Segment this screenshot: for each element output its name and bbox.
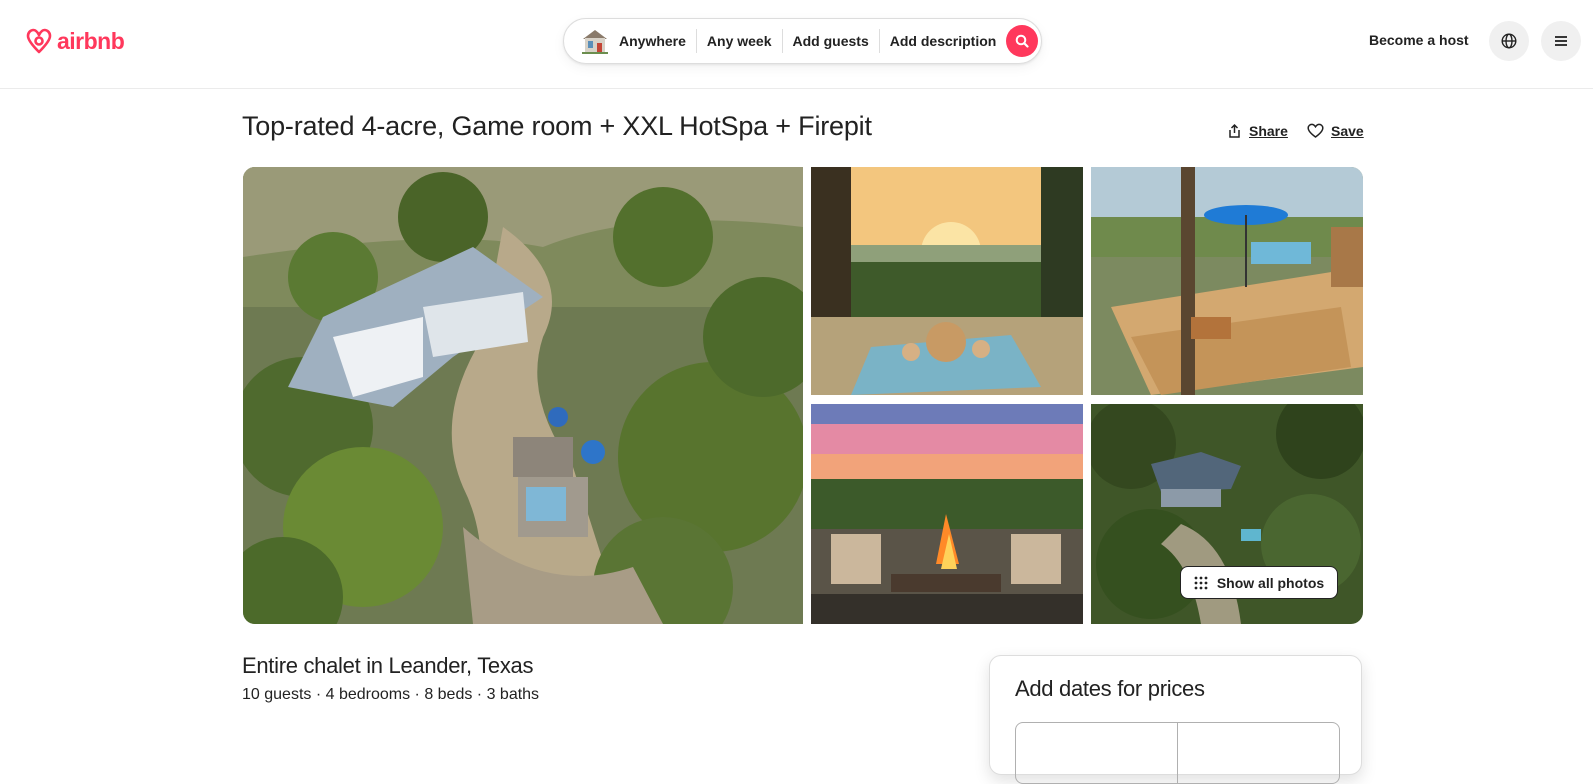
airbnb-logo[interactable]: airbnb	[24, 25, 125, 57]
search-divider	[695, 29, 697, 53]
search-divider	[878, 29, 880, 53]
search-icon	[1016, 34, 1029, 48]
gallery-photo[interactable]	[1091, 167, 1363, 395]
property-type-title: Entire chalet in Leander, Texas	[242, 653, 534, 678]
date-picker-divider	[1177, 723, 1178, 783]
become-host-link[interactable]: Become a host	[1369, 32, 1469, 48]
share-icon	[1229, 123, 1240, 138]
menu-button[interactable]	[1541, 21, 1581, 61]
share-label: Share	[1249, 123, 1288, 139]
globe-icon	[1501, 33, 1517, 49]
house-icon	[580, 28, 610, 54]
show-all-photos-button[interactable]: Show all photos	[1180, 566, 1338, 599]
logo-text: airbnb	[57, 27, 125, 54]
top-header: airbnb Anywhere Any week Add guests Add …	[0, 0, 1593, 89]
search-location[interactable]: Anywhere	[619, 33, 686, 49]
main-photo[interactable]	[243, 167, 803, 624]
search-dates[interactable]: Any week	[707, 33, 772, 49]
search-button[interactable]	[1006, 25, 1039, 57]
listing-title: Top-rated 4-acre, Game room + XXL HotSpa…	[242, 111, 872, 141]
date-picker-field[interactable]	[1015, 722, 1340, 784]
search-bar[interactable]: Anywhere Any week Add guests Add descrip…	[563, 18, 1042, 64]
booking-title: Add dates for prices	[1015, 676, 1205, 701]
search-divider	[781, 29, 783, 53]
search-guests[interactable]: Add guests	[793, 33, 869, 49]
search-description[interactable]: Add description	[890, 33, 997, 49]
language-button[interactable]	[1489, 21, 1529, 61]
save-button[interactable]: Save	[1307, 123, 1364, 139]
gallery-photo[interactable]	[811, 404, 1083, 624]
booking-card: Add dates for prices	[989, 655, 1362, 784]
gallery-photo[interactable]	[811, 167, 1083, 395]
airbnb-logo-icon	[26, 28, 52, 54]
grid-dots-icon	[1194, 576, 1208, 589]
property-details: 10 guests · 4 bedrooms · 8 beds · 3 bath…	[242, 686, 540, 703]
show-all-photos-label: Show all photos	[1216, 574, 1325, 591]
share-button[interactable]: Share	[1227, 123, 1288, 139]
save-label: Save	[1331, 123, 1364, 139]
menu-icon	[1555, 36, 1567, 46]
heart-icon	[1307, 123, 1324, 138]
